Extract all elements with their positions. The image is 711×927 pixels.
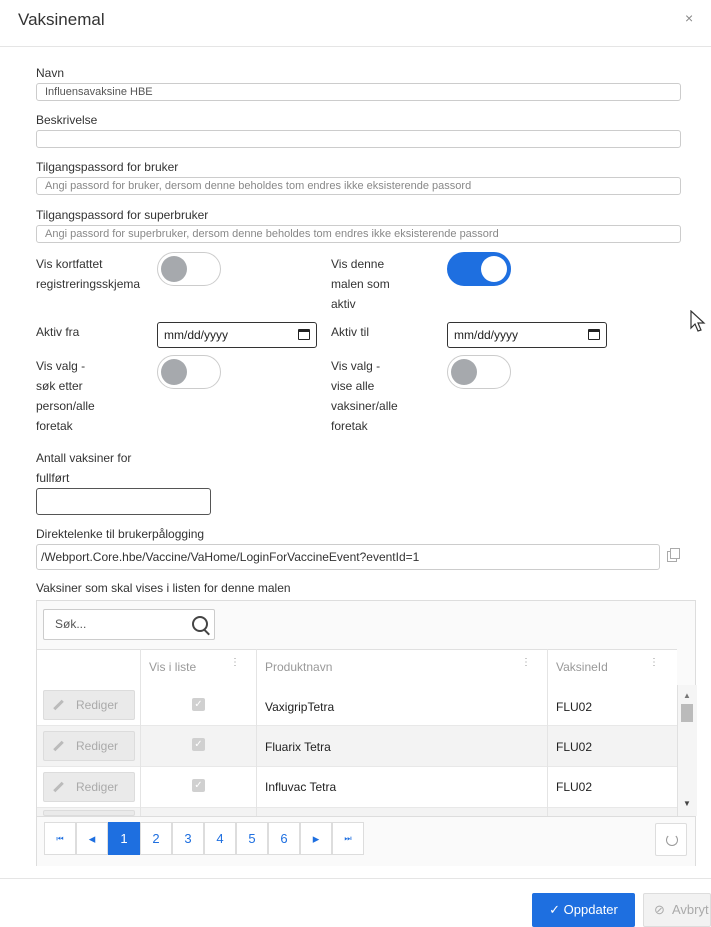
column-menu-icon[interactable]: ⋮ xyxy=(521,658,531,668)
column-header-product[interactable]: Produktnavn xyxy=(265,650,332,684)
show-all-vaccines-label-line2: vise alle xyxy=(331,379,375,393)
show-in-list-checkbox[interactable]: ✓ xyxy=(192,779,205,792)
prev-page-button[interactable]: ◂ xyxy=(76,822,108,855)
toggle-knob xyxy=(161,256,187,282)
grid-search-input[interactable]: Søk... xyxy=(43,609,215,640)
edit-label: Rediger xyxy=(76,780,119,794)
cancel-icon: ⊘ xyxy=(654,902,665,917)
check-icon: ✓ xyxy=(549,902,561,917)
search-person-toggle[interactable] xyxy=(157,355,221,389)
scroll-down-icon[interactable]: ▼ xyxy=(683,799,691,808)
search-placeholder: Søk... xyxy=(55,617,87,631)
show-all-vaccines-label-line4: foretak xyxy=(331,419,368,433)
description-label: Beskrivelse xyxy=(36,113,98,127)
toggle-knob xyxy=(161,359,187,385)
mouse-cursor-icon xyxy=(690,310,706,332)
column-divider xyxy=(140,649,141,816)
column-menu-icon[interactable]: ⋮ xyxy=(649,658,659,668)
user-password-input[interactable]: Angi passord for bruker, dersom denne be… xyxy=(36,177,681,195)
page-button[interactable]: 1 xyxy=(108,822,140,855)
description-input[interactable] xyxy=(36,130,681,148)
active-to-date-input[interactable]: mm/dd/yyyy xyxy=(447,322,607,348)
product-name: Influvac Tetra xyxy=(265,780,337,794)
edit-button[interactable]: Rediger xyxy=(43,772,135,802)
superuser-password-label: Tilgangspassord for superbruker xyxy=(36,208,209,222)
grid-title: Vaksiner som skal vises i listen for den… xyxy=(36,581,291,595)
page-button[interactable]: 5 xyxy=(236,822,268,855)
next-page-button[interactable]: ▸ xyxy=(300,822,332,855)
scroll-up-icon[interactable]: ▲ xyxy=(683,691,691,700)
pencil-icon xyxy=(53,781,64,793)
vaccine-id: FLU02 xyxy=(556,700,593,714)
vaccine-count-input[interactable] xyxy=(36,488,211,515)
active-to-label: Aktiv til xyxy=(331,325,370,339)
show-active-label-line2: malen som xyxy=(331,277,390,291)
search-person-label-line3: person/alle xyxy=(36,399,95,413)
edit-label: Rediger xyxy=(76,698,119,712)
show-all-vaccines-label-line3: vaksiner/alle xyxy=(331,399,398,413)
toggle-knob xyxy=(451,359,477,385)
active-from-value: mm/dd/yyyy xyxy=(164,328,229,342)
user-password-label: Tilgangspassord for bruker xyxy=(36,160,179,174)
vaccine-id: FLU02 xyxy=(556,740,593,754)
short-form-toggle[interactable] xyxy=(157,252,221,286)
column-menu-icon[interactable]: ⋮ xyxy=(230,658,240,668)
column-header-show[interactable]: Vis i liste xyxy=(149,650,196,684)
show-active-label-line3: aktiv xyxy=(331,297,356,311)
name-input[interactable]: Influensavaksine HBE xyxy=(36,83,681,101)
search-person-label-line4: foretak xyxy=(36,419,73,433)
grid-scrollbar[interactable]: ▲ ▼ xyxy=(677,685,697,816)
refresh-icon[interactable] xyxy=(655,823,687,856)
search-icon[interactable] xyxy=(192,616,208,632)
cancel-label: Avbryt xyxy=(672,902,709,917)
close-icon[interactable]: × xyxy=(685,10,693,26)
calendar-icon[interactable] xyxy=(298,329,310,340)
modal-header: Vaksinemal × xyxy=(0,0,711,47)
product-name: Fluarix Tetra xyxy=(265,740,331,754)
column-divider xyxy=(547,649,548,816)
short-form-label-line2: registreringsskjema xyxy=(36,277,141,291)
show-in-list-checkbox[interactable]: ✓ xyxy=(192,738,205,751)
scrollbar-thumb[interactable] xyxy=(681,704,693,722)
show-all-vaccines-label-line1: Vis valg - xyxy=(331,359,381,373)
update-button[interactable]: ✓ Oppdater xyxy=(532,893,635,927)
cancel-button[interactable]: ⊘ Avbryt xyxy=(643,893,711,927)
show-in-list-checkbox[interactable]: ✓ xyxy=(192,698,205,711)
vaccine-count-label-line2: fullført xyxy=(36,471,70,485)
superuser-password-input[interactable]: Angi passord for superbruker, dersom den… xyxy=(36,225,681,243)
calendar-icon[interactable] xyxy=(588,329,600,340)
column-divider xyxy=(256,649,257,816)
page-button[interactable]: 2 xyxy=(140,822,172,855)
page-button[interactable]: 4 xyxy=(204,822,236,855)
active-from-date-input[interactable]: mm/dd/yyyy xyxy=(157,322,317,348)
pencil-icon xyxy=(53,740,64,752)
vaccine-count-label-line1: Antall vaksiner for xyxy=(36,451,132,465)
page-button[interactable]: 3 xyxy=(172,822,204,855)
pencil-icon xyxy=(53,699,64,711)
product-name: VaxigripTetra xyxy=(265,700,335,714)
edit-button[interactable]: Rediger xyxy=(43,731,135,761)
update-label: Oppdater xyxy=(563,902,618,917)
column-header-vaccine-id[interactable]: VaksineId xyxy=(556,650,608,684)
active-to-value: mm/dd/yyyy xyxy=(454,328,519,342)
active-from-label: Aktiv fra xyxy=(36,325,80,339)
copy-icon[interactable] xyxy=(667,548,680,562)
first-page-button[interactable]: ⏮ xyxy=(44,822,76,855)
show-active-label-line1: Vis denne xyxy=(331,257,385,271)
search-person-label-line2: søk etter xyxy=(36,379,83,393)
search-person-label-line1: Vis valg - xyxy=(36,359,86,373)
direct-link-input[interactable]: /Webport.Core.hbe/Vaccine/VaHome/LoginFo… xyxy=(36,544,660,570)
short-form-label-line1: Vis kortfattet xyxy=(36,257,103,271)
show-all-vaccines-toggle[interactable] xyxy=(447,355,511,389)
direct-link-label: Direktelenke til brukerpålogging xyxy=(36,527,205,541)
modal-title: Vaksinemal xyxy=(18,10,105,29)
vaccine-id: FLU02 xyxy=(556,780,593,794)
last-page-button[interactable]: ⏭ xyxy=(332,822,364,855)
edit-label: Rediger xyxy=(76,739,119,753)
edit-button[interactable]: Rediger xyxy=(43,690,135,720)
page-button[interactable]: 6 xyxy=(268,822,300,855)
name-label: Navn xyxy=(36,66,65,80)
toggle-knob xyxy=(481,256,507,282)
show-active-toggle[interactable] xyxy=(447,252,511,286)
